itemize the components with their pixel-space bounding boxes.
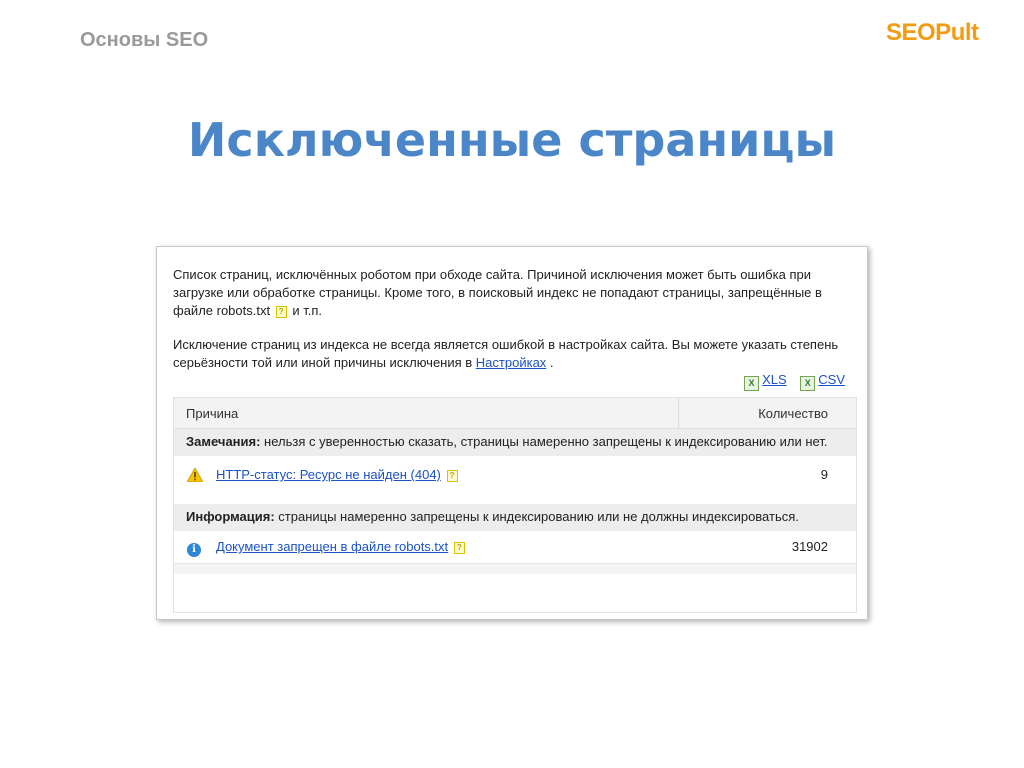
column-divider	[678, 398, 679, 428]
export-csv[interactable]: X CSV	[800, 372, 845, 391]
section-description: нельзя с уверенностью сказать, страницы …	[260, 434, 828, 449]
export-xls[interactable]: X XLS	[744, 372, 790, 391]
warning-icon	[186, 467, 204, 485]
reason-cell: HTTP-статус: Ресурс не найден (404) ?	[216, 467, 460, 482]
description-text-2-end: .	[549, 355, 554, 370]
export-csv-link[interactable]: CSV	[818, 372, 845, 387]
reason-link-404[interactable]: HTTP-статус: Ресурс не найден (404)	[216, 467, 441, 482]
course-label: Основы SEO	[80, 29, 209, 51]
help-icon[interactable]: ?	[275, 306, 287, 318]
seopult-logo: SEOPult	[886, 19, 979, 46]
section-description: страницы намеренно запрещены к индексиро…	[274, 509, 799, 524]
description-text-1: Список страниц, исключённых роботом при …	[173, 267, 822, 318]
spreadsheet-icon: X	[744, 376, 760, 391]
excluded-pages-screenshot: Список страниц, исключённых роботом при …	[156, 246, 868, 620]
help-icon[interactable]: ?	[453, 542, 465, 554]
table-footer	[174, 563, 856, 574]
reason-link-robots[interactable]: Документ запрещен в файле robots.txt	[216, 539, 448, 554]
section-heading: Замечания:	[186, 434, 261, 449]
export-links: X XLS X CSV	[734, 372, 845, 391]
spreadsheet-icon: X	[800, 376, 816, 391]
info-icon-wrap: i	[187, 540, 201, 557]
column-header-reason[interactable]: Причина	[186, 406, 238, 421]
slide-title: Исключенные страницы	[187, 113, 837, 167]
count-cell: 9	[820, 467, 828, 482]
help-icon[interactable]: ?	[446, 470, 458, 482]
count-cell: 31902	[791, 539, 828, 554]
description-paragraph-1: Список страниц, исключённых роботом при …	[173, 266, 855, 320]
description-paragraph-2: Исключение страниц из индекса не всегда …	[173, 336, 855, 372]
column-header-count[interactable]: Количество	[758, 406, 828, 421]
section-warnings: Замечания: нельзя с уверенностью сказать…	[174, 429, 856, 456]
section-information: Информация: страницы намеренно запрещены…	[174, 504, 856, 531]
section-heading: Информация:	[186, 509, 275, 524]
description-text-1-end: и т.п.	[292, 303, 322, 318]
settings-link[interactable]: Настройках	[476, 355, 547, 370]
exclusion-table: Причина Количество Замечания: нельзя с у…	[173, 397, 857, 613]
table-row: i Документ запрещен в файле robots.txt ?…	[174, 531, 856, 563]
table-header: Причина Количество	[174, 398, 856, 429]
table-row: HTTP-статус: Ресурс не найден (404) ? 9	[174, 456, 856, 504]
export-xls-link[interactable]: XLS	[762, 372, 787, 387]
info-icon: i	[187, 543, 201, 557]
reason-cell: Документ запрещен в файле robots.txt ?	[216, 539, 467, 554]
